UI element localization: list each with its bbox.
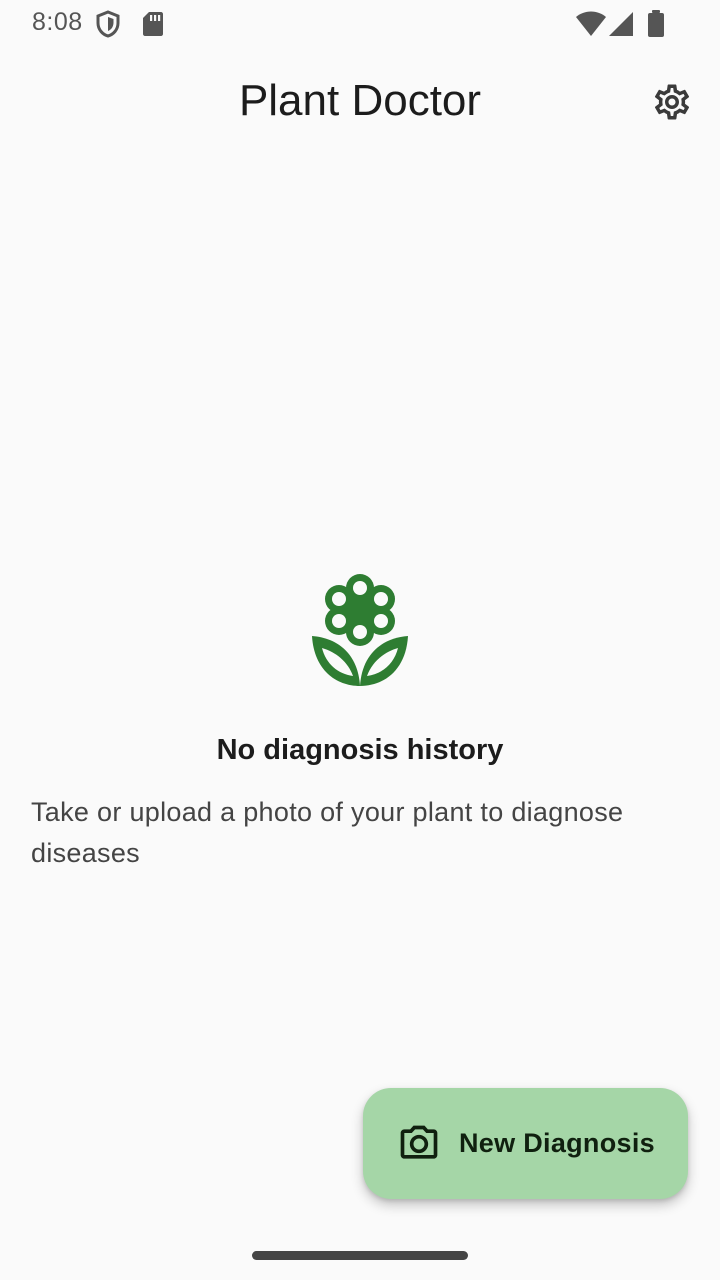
empty-state-subtitle: Take or upload a photo of your plant to … [31,797,624,868]
battery-icon [646,10,666,43]
page-title: Plant Doctor [238,76,482,125]
gear-icon [651,81,693,128]
gesture-nav-handle[interactable] [252,1251,468,1260]
camera-icon [397,1122,441,1166]
new-diagnosis-button[interactable]: New Diagnosis [363,1088,688,1199]
empty-state-title: No diagnosis history [216,734,504,766]
status-bar: 8:08 [0,0,720,48]
settings-button[interactable] [646,78,698,130]
flower-icon [306,570,414,690]
shield-icon [95,10,121,43]
sd-card-icon [141,10,165,43]
app-bar: Plant Doctor [0,48,720,160]
signal-icon [608,11,634,42]
new-diagnosis-label: New Diagnosis [459,1128,655,1158]
status-time: 8:08 [32,8,83,36]
wifi-icon [575,11,607,42]
